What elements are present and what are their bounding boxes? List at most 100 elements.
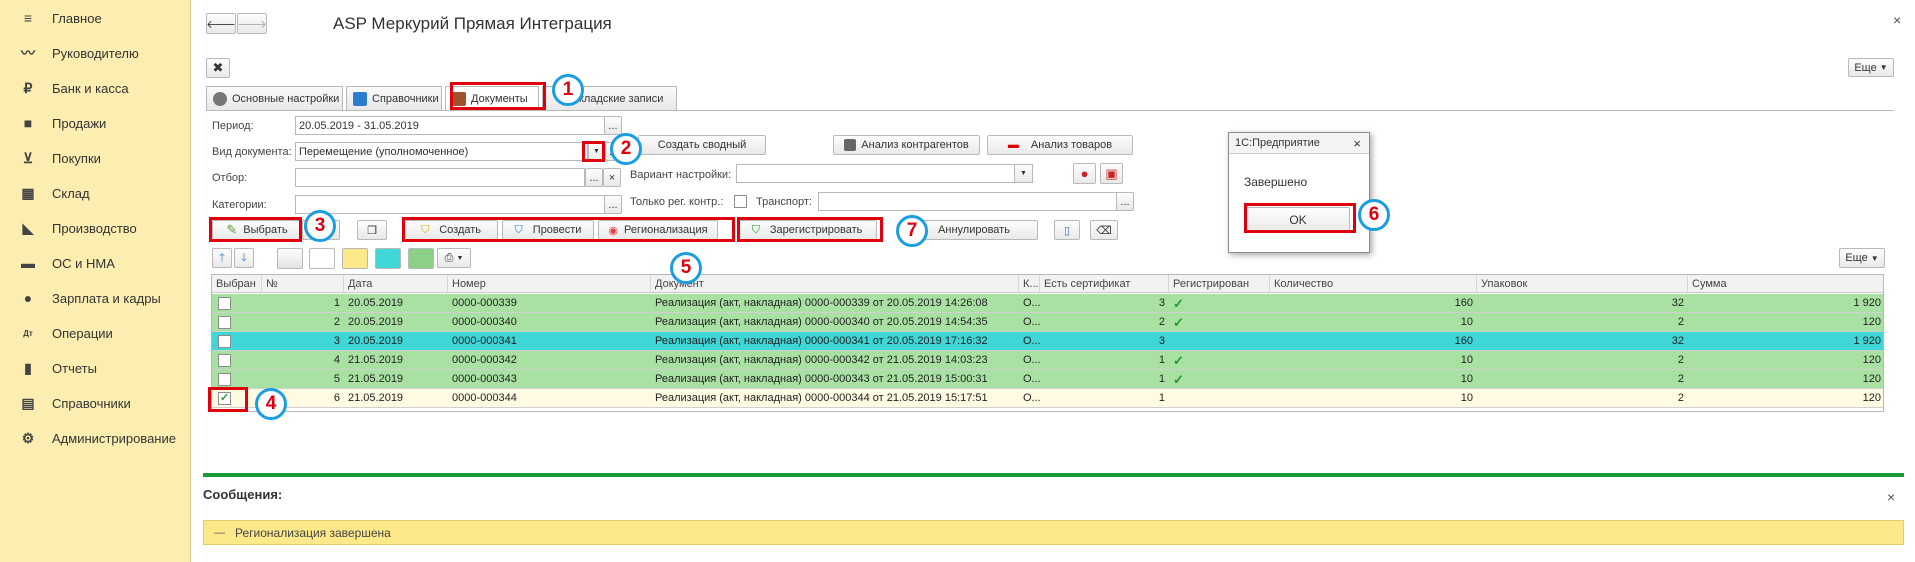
- more-button-top[interactable]: Еще ▼: [1848, 58, 1894, 77]
- select-button[interactable]: ✎ Выбрать: [212, 220, 302, 240]
- table-row[interactable]: 2 20.05.2019 0000-000340 Реализация (акт, н…: [212, 313, 1883, 332]
- row-select-checkbox[interactable]: [218, 373, 231, 386]
- transport-field[interactable]: [818, 192, 1118, 211]
- analysis-contractors-button[interactable]: Анализ контрагентов: [833, 135, 980, 155]
- sidebar-item-reports[interactable]: ▮ Отчеты: [0, 353, 191, 383]
- catalog-icon: [353, 91, 367, 106]
- move-up-button[interactable]: 🡑: [212, 248, 232, 268]
- tools-button[interactable]: ✖: [206, 58, 230, 78]
- tab-warehouse-records[interactable]: кладские записи: [542, 86, 677, 110]
- filter-select-button[interactable]: ...: [585, 168, 603, 187]
- sidebar-item-sales[interactable]: ■ Продажи: [0, 108, 191, 138]
- variant-dropdown[interactable]: ▼: [1014, 164, 1033, 183]
- sidebar-item-production[interactable]: ◣ Производство: [0, 213, 191, 243]
- color-cyan-button[interactable]: [375, 248, 401, 269]
- row-select-checkbox[interactable]: [218, 335, 231, 348]
- col-k[interactable]: К...: [1019, 275, 1040, 293]
- col-quantity[interactable]: Количество: [1270, 275, 1477, 293]
- sidebar-item-admin[interactable]: ⚙ Администрирование: [0, 423, 191, 453]
- create-summary-button[interactable]: Создать сводный: [638, 135, 766, 155]
- back-button[interactable]: 🡐: [206, 13, 236, 34]
- color-yellow-button[interactable]: [342, 248, 368, 269]
- category-select-button[interactable]: ...: [604, 195, 622, 214]
- table-row[interactable]: 5 21.05.2019 0000-000343 Реализация (акт, н…: [212, 370, 1883, 389]
- col-registered[interactable]: Регистрирован: [1169, 275, 1270, 293]
- col-packages[interactable]: Упаковок: [1477, 275, 1688, 293]
- table-row[interactable]: 4 21.05.2019 0000-000342 Реализация (акт, н…: [212, 351, 1883, 370]
- cancel-doc-button[interactable]: Аннулировать: [910, 220, 1038, 240]
- sidebar-item-salary[interactable]: ● Зарплата и кадры: [0, 283, 191, 313]
- table-row[interactable]: 3 20.05.2019 0000-000341 Реализация (акт, н…: [212, 332, 1883, 351]
- tab-catalogs[interactable]: Справочники: [346, 86, 442, 110]
- transport-select-button[interactable]: ...: [1116, 192, 1134, 211]
- copy-button[interactable]: ❐: [357, 220, 387, 240]
- more-button-grid[interactable]: Еще ▼: [1839, 248, 1885, 268]
- register-button[interactable]: ⛉ Зарегистрировать: [737, 220, 877, 240]
- cell-date: 21.05.2019: [348, 373, 404, 385]
- analysis-goods-button[interactable]: ▬ Анализ товаров: [987, 135, 1133, 155]
- doctype-dropdown[interactable]: ▼: [588, 142, 605, 161]
- filter-clear-button[interactable]: ×: [603, 168, 621, 187]
- ok-button[interactable]: OK: [1246, 207, 1350, 233]
- sidebar-item-assets[interactable]: ▬ ОС и НМА: [0, 248, 191, 278]
- sidebar-item-purchases[interactable]: ⊻ Покупки: [0, 143, 191, 173]
- tab-main-settings[interactable]: Основные настройки: [206, 86, 343, 110]
- sidebar-item-main[interactable]: ≡ Главное: [0, 3, 191, 33]
- cell-registered: ✓: [1173, 372, 1184, 387]
- row-select-checkbox[interactable]: [218, 354, 231, 367]
- col-document[interactable]: Документ: [651, 275, 1019, 293]
- color-green-button[interactable]: [408, 248, 434, 269]
- color-plain-button[interactable]: [309, 248, 335, 269]
- row-select-checkbox[interactable]: ✓: [218, 392, 231, 405]
- cell-n: 3: [333, 335, 340, 347]
- sidebar-item-warehouse[interactable]: ▦ Склад: [0, 178, 191, 208]
- filter-field[interactable]: [295, 168, 585, 187]
- forward-button[interactable]: 🡒: [237, 13, 267, 34]
- cell-quantity: 10: [1460, 354, 1473, 366]
- dialog-message: Завершено: [1244, 175, 1308, 189]
- doctype-select-button[interactable]: ...: [605, 142, 622, 161]
- doctype-field[interactable]: Перемещение (уполномоченное): [295, 142, 588, 161]
- post-button[interactable]: ⛉ Провести: [502, 220, 594, 240]
- move-down-button[interactable]: 🡓: [234, 248, 254, 268]
- color-white-button[interactable]: [277, 248, 303, 269]
- row-select-checkbox[interactable]: [218, 297, 231, 310]
- create-button[interactable]: ⛉ Создать: [404, 220, 498, 240]
- cell-k: О...: [1023, 392, 1040, 404]
- dialog-close-icon[interactable]: ×: [1353, 136, 1361, 151]
- sidebar-item-operations[interactable]: Дт Операции: [0, 318, 191, 348]
- messages-close-icon[interactable]: ×: [1887, 489, 1895, 505]
- variant-field[interactable]: [736, 164, 1033, 183]
- only-reg-checkbox[interactable]: [734, 195, 747, 208]
- regionalization-button[interactable]: ◉ Регионализация: [598, 220, 718, 240]
- print-button[interactable]: ⎙ ▼: [437, 248, 471, 268]
- col-sum[interactable]: Сумма: [1688, 275, 1885, 293]
- eraser-button[interactable]: ⌫: [1090, 220, 1118, 240]
- dropdown-button[interactable]: [302, 220, 340, 240]
- sidebar-item-manager[interactable]: 〰 Руководителю: [0, 38, 191, 68]
- category-field[interactable]: [295, 195, 606, 214]
- tab-documents[interactable]: Документы: [445, 86, 539, 111]
- col-date[interactable]: Дата: [344, 275, 448, 293]
- delete-button[interactable]: ▯: [1054, 220, 1080, 240]
- row-select-checkbox[interactable]: [218, 316, 231, 329]
- tab-label: кладские записи: [579, 92, 664, 105]
- save-settings-button[interactable]: ▣: [1100, 163, 1123, 184]
- period-select-button[interactable]: ...: [604, 116, 622, 135]
- table-row[interactable]: 1 20.05.2019 0000-000339 Реализация (акт, н…: [212, 294, 1883, 313]
- col-certificate[interactable]: Есть сертификат: [1040, 275, 1169, 293]
- tab-label: Документы: [471, 93, 528, 105]
- more-label: Еще: [1845, 252, 1868, 264]
- close-icon[interactable]: ×: [1893, 12, 1901, 28]
- sidebar-item-catalogs[interactable]: ▤ Справочники: [0, 388, 191, 418]
- period-field[interactable]: 20.05.2019 - 31.05.2019: [295, 116, 606, 135]
- sidebar-item-bank[interactable]: ₽ Банк и касса: [0, 73, 191, 103]
- message-item[interactable]: — Регионализация завершена: [203, 520, 1904, 545]
- col-n[interactable]: №: [262, 275, 344, 293]
- chart-icon: 〰: [21, 45, 35, 61]
- col-selected[interactable]: Выбран: [212, 275, 262, 293]
- load-settings-button[interactable]: ●: [1073, 163, 1096, 184]
- table-row[interactable]: ✓ 6 21.05.2019 0000-000344 Реализация (акт, …: [212, 389, 1883, 408]
- cell-n: 1: [333, 297, 340, 309]
- col-number[interactable]: Номер: [448, 275, 651, 293]
